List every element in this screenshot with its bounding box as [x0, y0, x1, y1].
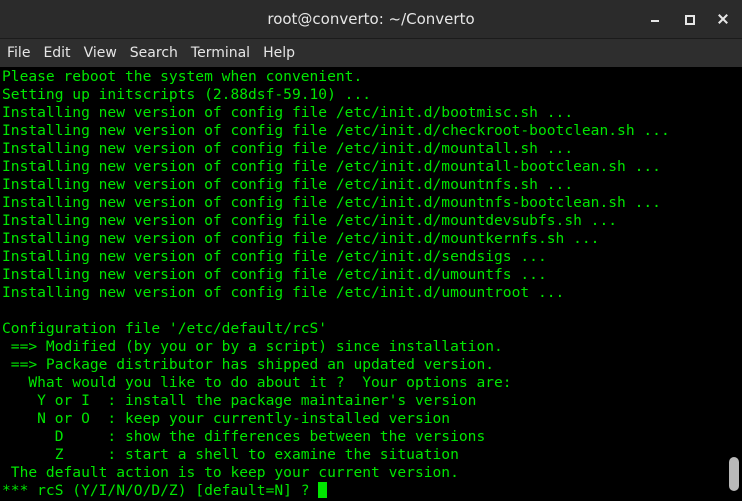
terminal-line: ==> Package distributor has shipped an u… [2, 356, 495, 373]
menu-terminal[interactable]: Terminal [184, 39, 256, 67]
terminal-line: Installing new version of config file /e… [2, 122, 670, 139]
terminal-line: Setting up initscripts (2.88dsf-59.10) .… [2, 86, 372, 103]
terminal-line: Please reboot the system when convenient… [2, 68, 363, 85]
terminal-line: Installing new version of config file /e… [2, 266, 547, 283]
terminal-line: Installing new version of config file /e… [2, 284, 565, 301]
terminal-output[interactable]: Please reboot the system when convenient… [0, 67, 724, 501]
terminal-line: Installing new version of config file /e… [2, 104, 574, 121]
prompt-line[interactable]: *** rcS (Y/I/N/O/D/Z) [default=N] ? [2, 482, 328, 500]
terminal-line: N or O : keep your currently-installed v… [2, 410, 451, 427]
menu-bar: File Edit View Search Terminal Help [0, 39, 742, 67]
terminal-line: Configuration file '/etc/default/rcS' [2, 320, 328, 337]
terminal-line: Installing new version of config file /e… [2, 194, 661, 211]
menu-help[interactable]: Help [256, 39, 301, 67]
menu-search[interactable]: Search [123, 39, 184, 67]
terminal-line: ==> Modified (by you or by a script) sin… [2, 338, 503, 355]
terminal-line: Installing new version of config file /e… [2, 158, 661, 175]
terminal-line: D : show the differences between the ver… [2, 428, 486, 445]
terminal-line: The default action is to keep your curre… [2, 464, 459, 481]
menu-edit[interactable]: Edit [36, 39, 76, 67]
window-controls [646, 0, 732, 38]
scrollbar[interactable] [724, 67, 742, 501]
close-icon[interactable] [714, 10, 732, 28]
terminal-line: Y or I : install the package maintainer'… [2, 392, 477, 409]
title-bar[interactable]: root@converto: ~/Converto [0, 0, 742, 39]
terminal-line: Installing new version of config file /e… [2, 176, 574, 193]
text-cursor [318, 482, 328, 498]
terminal-line: Installing new version of config file /e… [2, 140, 574, 157]
terminal-window: root@converto: ~/Converto File Edit View… [0, 0, 742, 501]
menu-view[interactable]: View [77, 39, 123, 67]
terminal-line: Installing new version of config file /e… [2, 230, 600, 247]
window-title: root@converto: ~/Converto [267, 10, 475, 28]
terminal-line: Installing new version of config file /e… [2, 212, 618, 229]
terminal-line: What would you like to do about it ? You… [2, 374, 512, 391]
prompt-text: *** rcS (Y/I/N/O/D/Z) [default=N] ? [2, 482, 319, 499]
terminal-line: Z : start a shell to examine the situati… [2, 446, 459, 463]
maximize-icon[interactable] [680, 10, 698, 28]
minimize-icon[interactable] [646, 10, 664, 28]
scrollbar-thumb[interactable] [729, 457, 739, 491]
terminal-line: Installing new version of config file /e… [2, 248, 547, 265]
menu-file[interactable]: File [0, 39, 36, 67]
